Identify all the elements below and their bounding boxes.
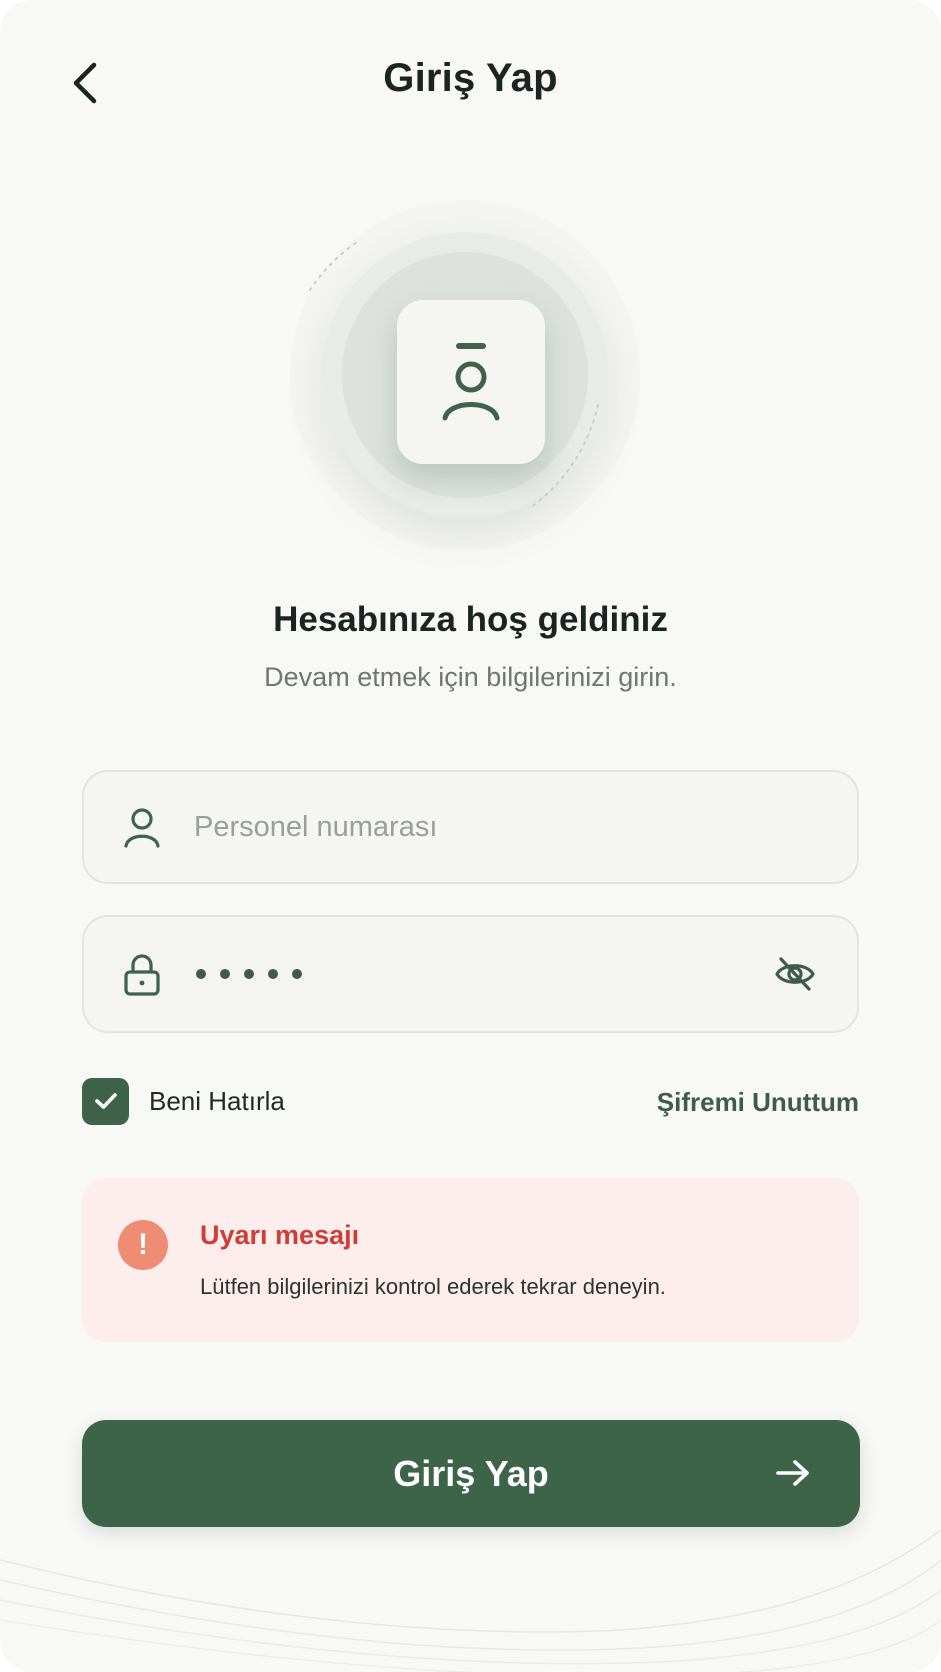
personnel-number-input[interactable]: [194, 797, 857, 857]
password-dot: [268, 969, 278, 979]
warning-alert: ! Uyarı mesajı Lütfen bilgilerinizi kont…: [82, 1178, 859, 1342]
password-input[interactable]: •••••: [196, 969, 765, 979]
hero-illustration: [280, 190, 660, 570]
arrow-right-icon: [776, 1460, 809, 1486]
login-button[interactable]: Giriş Yap: [82, 1420, 860, 1527]
page-title: Giriş Yap: [383, 56, 558, 100]
password-dot: [292, 969, 302, 979]
header: Giriş Yap: [0, 0, 941, 160]
remember-me-label: Beni Hatırla: [149, 1085, 285, 1116]
toggle-password-visibility-button[interactable]: [765, 944, 825, 1004]
welcome-subtitle: Devam etmek için bilgilerinizi girin.: [264, 662, 677, 692]
remember-me[interactable]: Beni Hatırla: [82, 1077, 285, 1125]
remember-me-checkbox[interactable]: [82, 1077, 129, 1125]
forgot-password-link[interactable]: Şifremi Unuttum: [657, 1087, 859, 1118]
password-dot: [220, 969, 230, 979]
check-icon: [94, 1093, 117, 1109]
welcome-title: Hesabınıza hoş geldiniz: [273, 600, 668, 639]
username-field[interactable]: [82, 770, 859, 884]
login-button-label: Giriş Yap: [393, 1452, 549, 1494]
exclamation-icon: !: [118, 1220, 168, 1270]
password-dot: [196, 969, 206, 979]
employee-badge-icon: [442, 343, 500, 421]
lock-icon: [114, 946, 170, 1002]
decorative-waves: [0, 1529, 941, 1672]
hero-badge-card: [397, 300, 545, 464]
alert-message: Lütfen bilgilerinizi kontrol ederek tekr…: [200, 1274, 666, 1299]
eye-off-icon: [775, 957, 815, 991]
login-screen: Giriş Yap Hesabınıza hoş geldiniz Devam …: [0, 0, 941, 1672]
password-field[interactable]: •••••: [82, 915, 859, 1033]
alert-title: Uyarı mesajı: [200, 1220, 360, 1250]
password-dot: [244, 969, 254, 979]
user-icon: [114, 799, 170, 855]
